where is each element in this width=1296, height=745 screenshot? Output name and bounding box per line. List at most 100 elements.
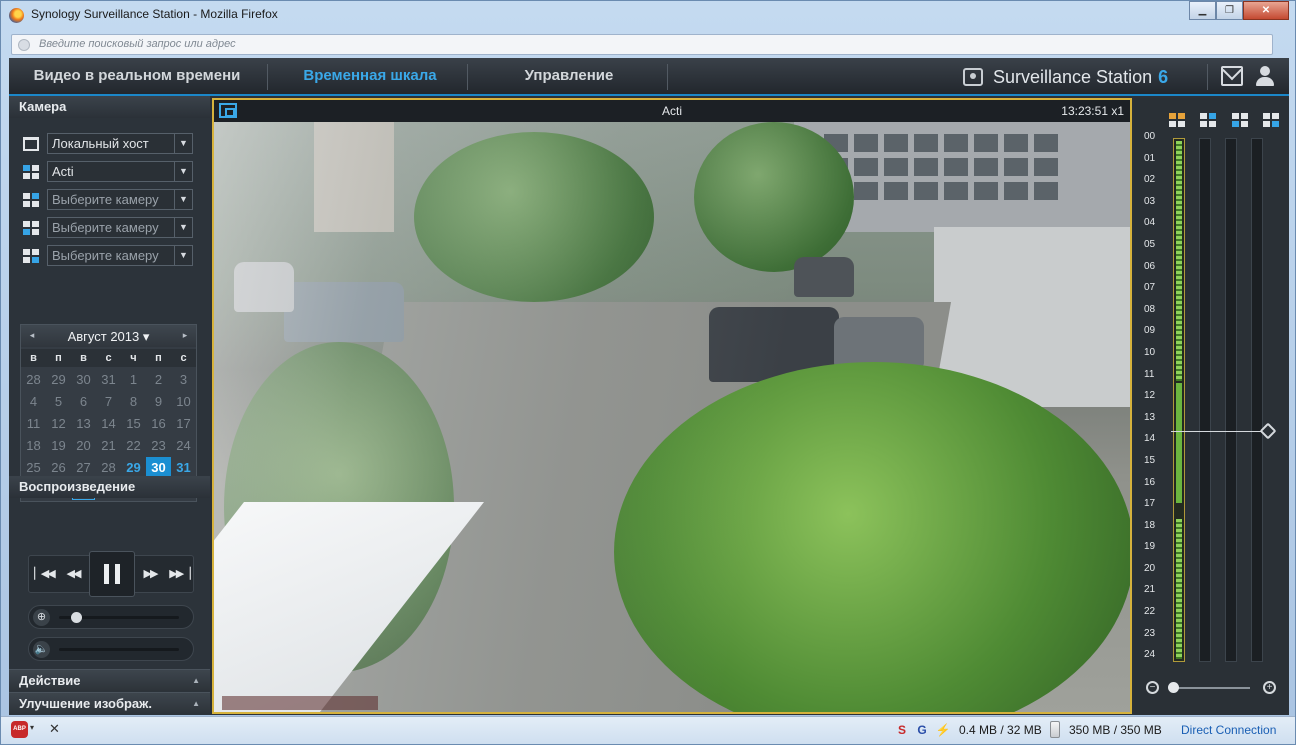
user-icon[interactable]: [1254, 66, 1276, 86]
calendar-day[interactable]: 6: [71, 391, 96, 413]
timeline-lane-4[interactable]: [1251, 138, 1263, 662]
calendar-day[interactable]: 1: [121, 369, 146, 391]
skip-start-button[interactable]: ▏◀◀: [31, 556, 57, 592]
zoom-in-icon[interactable]: +: [1263, 681, 1276, 694]
volume-track[interactable]: [59, 648, 179, 651]
enhance-label: Улучшение изображ.: [19, 696, 152, 711]
close-button[interactable]: ✕: [1243, 1, 1289, 20]
memory-icon: [1050, 721, 1060, 738]
volume-slider[interactable]: 🔈: [28, 637, 194, 661]
timeline-zoom[interactable]: − +: [1146, 681, 1276, 697]
playback-controls: ▏◀◀ ◀◀ ▶▶ ▶▶▕: [28, 551, 194, 597]
calendar-day[interactable]: 8: [121, 391, 146, 413]
layout-4-icon[interactable]: [1262, 113, 1279, 127]
timeline-zoom-thumb[interactable]: [1168, 682, 1179, 693]
calendar-day[interactable]: 11: [21, 413, 46, 435]
forward-button[interactable]: ▶▶: [137, 556, 163, 592]
adblock-icon[interactable]: ABP: [11, 721, 28, 738]
camera-select-3[interactable]: Выберите камеру ▼: [47, 217, 193, 238]
timeline-lane-3[interactable]: [1225, 138, 1237, 662]
calendar-day[interactable]: 19: [46, 435, 71, 457]
rewind-button[interactable]: ◀◀: [59, 556, 87, 592]
calendar-day[interactable]: 16: [146, 413, 171, 435]
calendar-day[interactable]: 20: [71, 435, 96, 457]
calendar-day[interactable]: 5: [46, 391, 71, 413]
tab-management[interactable]: Управление: [471, 58, 667, 94]
calendar-day[interactable]: 24: [171, 435, 196, 457]
calendar-day[interactable]: 29: [46, 369, 71, 391]
action-label: Действие: [19, 673, 81, 688]
timeline-zoom-track[interactable]: [1170, 687, 1250, 689]
chevron-down-icon[interactable]: ▼: [174, 218, 192, 237]
s-icon[interactable]: S: [894, 722, 910, 738]
calendar-day[interactable]: 30: [71, 369, 96, 391]
timeline-cursor[interactable]: [1171, 430, 1266, 432]
camera-select-value: Acti: [52, 164, 74, 179]
camera-select-4[interactable]: Выберите камеру ▼: [47, 245, 193, 266]
timeline-layouts: [1169, 113, 1279, 127]
camera-osd: [222, 696, 378, 710]
enhance-section[interactable]: Улучшение изображ. ▲: [9, 692, 210, 714]
calendar-day[interactable]: 28: [21, 369, 46, 391]
camera-select-2[interactable]: Выберите камеру ▼: [47, 189, 193, 210]
video-view[interactable]: Acti 13:23:51 x1: [212, 98, 1132, 714]
address-bar[interactable]: Введите поисковый запрос или адрес: [11, 34, 1273, 55]
calendar-day[interactable]: 4: [21, 391, 46, 413]
calendar-day[interactable]: 17: [171, 413, 196, 435]
bolt-icon[interactable]: ⚡: [935, 722, 951, 738]
zoom-out-icon[interactable]: −: [1146, 681, 1159, 694]
server-select[interactable]: Локальный хост ▼: [47, 133, 193, 154]
calendar-day[interactable]: 18: [21, 435, 46, 457]
address-placeholder[interactable]: Введите поисковый запрос или адрес: [39, 38, 236, 50]
camera-row: Acti ▼: [23, 161, 193, 183]
layout-3-icon[interactable]: [1231, 113, 1248, 127]
close-icon[interactable]: ✕: [49, 721, 60, 737]
chevron-down-icon[interactable]: ▾: [30, 723, 34, 732]
calendar-day[interactable]: 10: [171, 391, 196, 413]
chevron-down-icon[interactable]: ▼: [174, 162, 192, 181]
recording-segment[interactable]: [1176, 519, 1182, 659]
timeline-lane-1[interactable]: [1173, 138, 1185, 662]
timeline-lane-2[interactable]: [1199, 138, 1211, 662]
calendar-day[interactable]: 12: [46, 413, 71, 435]
recording-segment[interactable]: [1176, 141, 1182, 381]
weekday-label: с: [105, 352, 112, 364]
chevron-down-icon[interactable]: ▼: [174, 190, 192, 209]
chevron-down-icon[interactable]: ▼: [174, 134, 192, 153]
zoom-slider[interactable]: ⊕: [28, 605, 194, 629]
action-section[interactable]: Действие ▲: [9, 669, 210, 691]
hour-label: 09: [1144, 325, 1156, 337]
layout-1-icon[interactable]: [1169, 113, 1185, 127]
calendar-month[interactable]: Август 2013 ▾: [21, 329, 196, 345]
zoom-thumb[interactable]: [71, 612, 82, 623]
collapse-icon: ▲: [192, 676, 200, 685]
calendar-day[interactable]: 2: [146, 369, 171, 391]
minimize-button[interactable]: ▁: [1189, 1, 1216, 20]
maximize-button[interactable]: ❐: [1216, 1, 1243, 20]
server-select-value: Локальный хост: [52, 136, 149, 151]
recording-segment[interactable]: [1176, 383, 1182, 503]
calendar-day[interactable]: 21: [96, 435, 121, 457]
message-icon[interactable]: [1221, 66, 1243, 86]
g-icon[interactable]: G: [914, 722, 930, 738]
collapse-icon: ▲: [192, 699, 200, 708]
chevron-down-icon[interactable]: ▼: [174, 246, 192, 265]
calendar-day[interactable]: 7: [96, 391, 121, 413]
calendar-day[interactable]: 31: [96, 369, 121, 391]
tab-live-view[interactable]: Видео в реальном времени: [17, 58, 257, 94]
calendar-day[interactable]: 22: [121, 435, 146, 457]
status-bar: ABP ▾ ✕ S G ⚡ 0.4 MB / 32 MB 350 MB / 35…: [1, 716, 1295, 744]
pause-button[interactable]: [89, 551, 135, 597]
layout-2-icon[interactable]: [1200, 113, 1217, 127]
calendar-day[interactable]: 15: [121, 413, 146, 435]
direct-connection-link[interactable]: Direct Connection: [1181, 723, 1276, 737]
next-month-icon[interactable]: ▸: [178, 328, 192, 342]
camera-select-1[interactable]: Acti ▼: [47, 161, 193, 182]
calendar-day[interactable]: 13: [71, 413, 96, 435]
skip-end-button[interactable]: ▶▶▕: [165, 556, 193, 592]
tab-timeline[interactable]: Временная шкала: [275, 58, 465, 94]
calendar-day[interactable]: 23: [146, 435, 171, 457]
calendar-day[interactable]: 14: [96, 413, 121, 435]
calendar-day[interactable]: 9: [146, 391, 171, 413]
calendar-day[interactable]: 3: [171, 369, 196, 391]
